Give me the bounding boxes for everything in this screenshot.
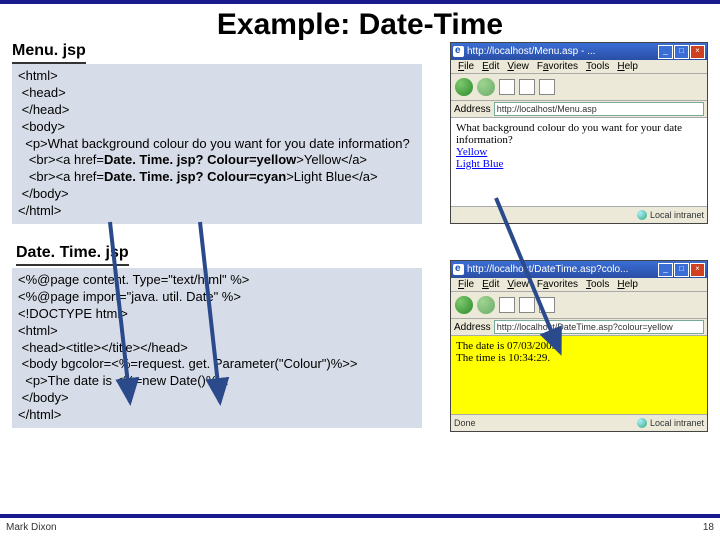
address-field[interactable]: http://localhost/DateTime.asp?colour=yel… <box>494 320 704 334</box>
address-label: Address <box>454 322 491 333</box>
titlebar: http://localhost/DateTime.asp?colo... _ … <box>451 261 707 278</box>
ie-icon <box>453 264 464 275</box>
footer-author: Mark Dixon <box>6 522 57 533</box>
home-icon[interactable] <box>539 79 555 95</box>
stop-icon[interactable] <box>499 297 515 313</box>
toolbar <box>451 74 707 101</box>
forward-button[interactable] <box>477 296 495 314</box>
menubar[interactable]: FileEditViewFavoritesToolsHelp <box>451 278 707 292</box>
section-label-datetime: Date. Time. jsp <box>16 244 129 266</box>
slide-title: Example: Date-Time <box>0 8 720 42</box>
browser-window-menu: http://localhost/Menu.asp - ... _ □ × Fi… <box>450 42 708 224</box>
footer-page: 18 <box>703 522 714 533</box>
page-content: What background colour do you want for y… <box>451 118 707 206</box>
stop-icon[interactable] <box>499 79 515 95</box>
code-menu: <html> <head> </head> <body> <p>What bac… <box>12 64 422 224</box>
maximize-button[interactable]: □ <box>674 263 689 277</box>
maximize-button[interactable]: □ <box>674 45 689 59</box>
zone-icon <box>637 418 647 428</box>
minimize-button[interactable]: _ <box>658 263 673 277</box>
forward-button[interactable] <box>477 78 495 96</box>
page-content: The date is 07/03/2005. The time is 10:3… <box>451 336 707 414</box>
toolbar <box>451 292 707 319</box>
section-label-menu: Menu. jsp <box>12 42 86 64</box>
link-lightblue[interactable]: Light Blue <box>456 158 503 170</box>
minimize-button[interactable]: _ <box>658 45 673 59</box>
refresh-icon[interactable] <box>519 297 535 313</box>
back-button[interactable] <box>455 78 473 96</box>
ie-icon <box>453 46 464 57</box>
close-button[interactable]: × <box>690 263 705 277</box>
back-button[interactable] <box>455 296 473 314</box>
browser-window-datetime: http://localhost/DateTime.asp?colo... _ … <box>450 260 708 432</box>
home-icon[interactable] <box>539 297 555 313</box>
refresh-icon[interactable] <box>519 79 535 95</box>
code-datetime: <%@page content. Type="text/html" %> <%@… <box>12 268 422 428</box>
close-button[interactable]: × <box>690 45 705 59</box>
menubar[interactable]: FileEditViewFavoritesToolsHelp <box>451 60 707 74</box>
link-yellow[interactable]: Yellow <box>456 146 487 158</box>
titlebar: http://localhost/Menu.asp - ... _ □ × <box>451 43 707 60</box>
zone-icon <box>637 210 647 220</box>
address-field[interactable]: http://localhost/Menu.asp <box>494 102 704 116</box>
address-label: Address <box>454 104 491 115</box>
